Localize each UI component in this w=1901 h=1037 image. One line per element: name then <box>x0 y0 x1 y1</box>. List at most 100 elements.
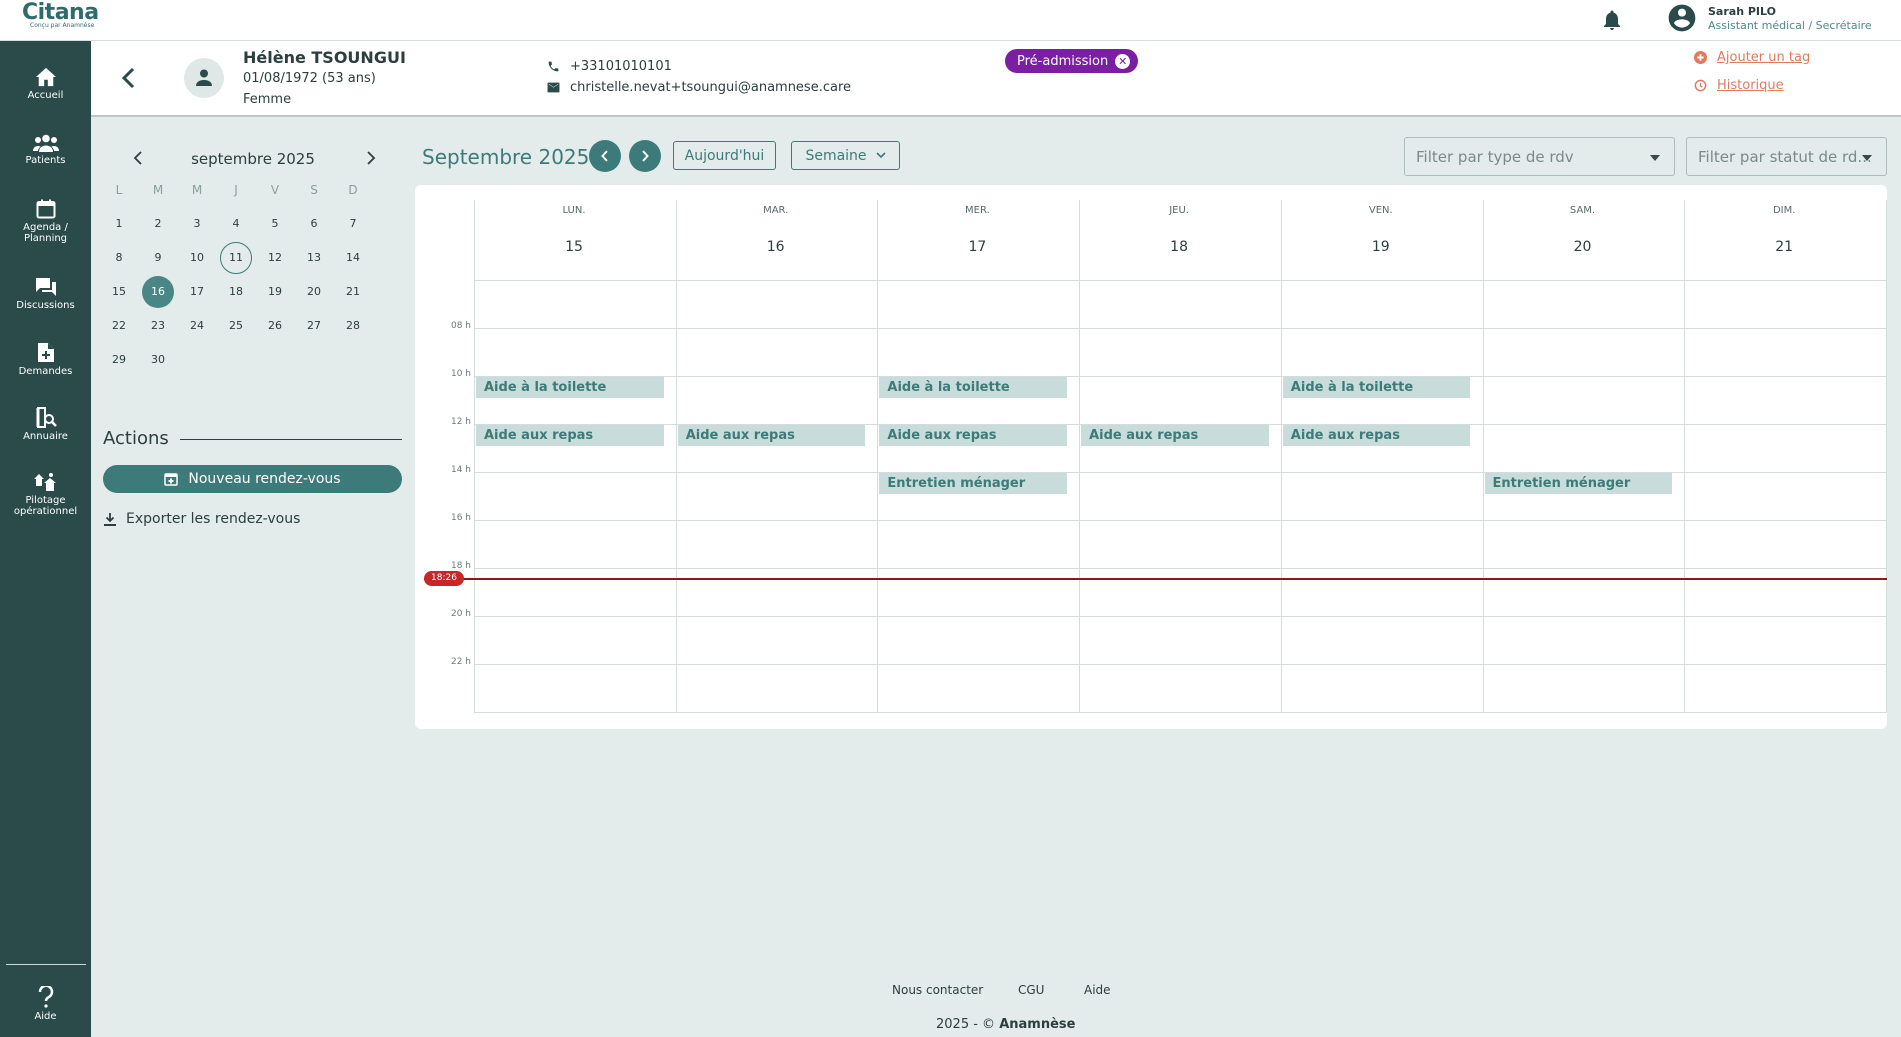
status-badge: Pré-admission ✕ <box>1005 49 1139 73</box>
sidebar-item-agenda[interactable]: Agenda / Planning <box>0 199 91 244</box>
mini-cal-day[interactable]: 25 <box>220 310 252 342</box>
mini-cal-day[interactable]: 24 <box>181 310 213 342</box>
day-header-name: MAR. <box>763 205 789 216</box>
actions-divider <box>180 439 402 440</box>
chevron-left-icon <box>601 150 608 162</box>
day-header-number[interactable]: 20 <box>1483 239 1683 255</box>
footer-contact-link[interactable]: Nous contacter <box>892 983 983 997</box>
filter-type-select[interactable]: Filter par type de rdv <box>1404 137 1675 176</box>
mini-cal-day[interactable]: 23 <box>142 310 174 342</box>
appointment-event[interactable]: Aide à la toilette <box>1282 377 1471 398</box>
app-logo[interactable]: Citana Conçu par Anamnèse <box>22 0 99 29</box>
mini-cal-day[interactable]: 14 <box>337 242 369 274</box>
appointment-event[interactable]: Aide aux repas <box>476 425 664 446</box>
appointment-event[interactable]: Aide aux repas <box>1282 425 1471 446</box>
grid-column-line <box>1684 200 1686 713</box>
week-next-button[interactable] <box>629 140 661 172</box>
download-icon <box>104 512 116 526</box>
mini-cal-day[interactable]: 21 <box>337 276 369 308</box>
top-bar: Citana Conçu par Anamnèse Sarah PILO Ass… <box>0 0 1901 41</box>
current-time-badge: 18:26 <box>424 571 464 586</box>
appointment-event[interactable]: Aide à la toilette <box>879 377 1068 398</box>
mini-cal-day[interactable]: 11 <box>220 242 252 274</box>
remove-tag-icon[interactable]: ✕ <box>1115 53 1131 69</box>
day-header-number[interactable]: 21 <box>1684 239 1884 255</box>
mini-cal-day[interactable]: 27 <box>298 310 330 342</box>
mini-cal-day[interactable]: 4 <box>220 208 252 240</box>
sidebar-item-annuaire[interactable]: Annuaire <box>0 407 91 442</box>
mini-cal-day[interactable]: 3 <box>181 208 213 240</box>
copyright-brand: Anamnèse <box>999 1017 1076 1032</box>
appointment-event[interactable]: Aide aux repas <box>1081 425 1269 446</box>
sidebar-item-label: Demandes <box>18 366 73 377</box>
appointment-event[interactable]: Entretien ménager <box>1484 473 1673 494</box>
filter-status-select[interactable]: Filter par statut de rd... <box>1686 137 1887 176</box>
day-header-name: VEN. <box>1368 205 1393 216</box>
new-appointment-button[interactable]: Nouveau rendez-vous <box>103 465 402 493</box>
history-link[interactable]: Historique <box>1694 78 1784 93</box>
day-header-number[interactable]: 18 <box>1079 239 1279 255</box>
sidebar-item-label: Agenda / <box>23 222 68 233</box>
footer-cgu-link[interactable]: CGU <box>1018 983 1044 997</box>
day-header-number[interactable]: 19 <box>1281 239 1481 255</box>
mini-cal-day[interactable]: 1 <box>103 208 135 240</box>
appointment-event[interactable]: Aide aux repas <box>879 425 1068 446</box>
mini-cal-weekday: S <box>310 183 318 197</box>
user-name[interactable]: Sarah PILO <box>1708 5 1776 18</box>
notification-bell-icon[interactable] <box>1600 8 1624 32</box>
footer-help-link[interactable]: Aide <box>1084 983 1111 997</box>
appointment-event[interactable]: Aide aux repas <box>677 425 866 446</box>
mini-cal-day[interactable]: 19 <box>259 276 291 308</box>
sidebar-item-demandes[interactable]: Demandes <box>0 342 91 377</box>
mini-cal-next-icon[interactable] <box>361 150 381 170</box>
mini-cal-day[interactable]: 30 <box>142 344 174 376</box>
mini-cal-day[interactable]: 20 <box>298 276 330 308</box>
day-header-number[interactable]: 15 <box>474 239 674 255</box>
grid-column-line <box>1482 200 1484 713</box>
today-button[interactable]: Aujourd'hui <box>673 141 776 170</box>
mini-cal-day[interactable]: 17 <box>181 276 213 308</box>
mini-cal-day[interactable]: 26 <box>259 310 291 342</box>
mini-cal-weekday: J <box>234 183 238 197</box>
appointment-event[interactable]: Aide à la toilette <box>476 377 664 398</box>
sidebar-item-accueil[interactable]: Accueil <box>0 67 91 101</box>
back-arrow-icon[interactable] <box>119 66 139 90</box>
patient-phone: +33101010101 <box>547 59 672 74</box>
user-avatar-icon[interactable] <box>1666 2 1698 34</box>
mini-cal-day[interactable]: 22 <box>103 310 135 342</box>
document-icon <box>37 343 54 362</box>
sidebar-item-discussions[interactable]: Discussions <box>0 277 91 311</box>
mini-cal-day[interactable]: 5 <box>259 208 291 240</box>
mini-cal-day[interactable]: 8 <box>103 242 135 274</box>
mini-cal-day[interactable]: 18 <box>220 276 252 308</box>
mini-cal-day[interactable]: 12 <box>259 242 291 274</box>
sidebar-item-pilotage[interactable]: Pilotage opérationnel <box>0 472 91 517</box>
mini-cal-day[interactable]: 2 <box>142 208 174 240</box>
mini-cal-day[interactable]: 9 <box>142 242 174 274</box>
mini-cal-day[interactable]: 13 <box>298 242 330 274</box>
directory-icon <box>36 407 57 428</box>
mini-cal-day[interactable]: 29 <box>103 344 135 376</box>
appointment-event[interactable]: Entretien ménager <box>879 473 1068 494</box>
view-select[interactable]: Semaine <box>791 141 900 170</box>
status-badge-label: Pré-admission <box>1017 53 1109 69</box>
mini-cal-day[interactable]: 10 <box>181 242 213 274</box>
week-prev-button[interactable] <box>589 140 621 172</box>
mail-icon <box>547 82 560 93</box>
mini-cal-day[interactable]: 16 <box>142 276 174 308</box>
day-header-number[interactable]: 16 <box>676 239 876 255</box>
patient-avatar <box>184 58 224 98</box>
grid-row-line <box>474 280 1887 281</box>
day-header-name: SAM. <box>1569 205 1596 216</box>
mini-cal-day[interactable]: 28 <box>337 310 369 342</box>
mini-cal-day[interactable]: 7 <box>337 208 369 240</box>
mini-cal-day[interactable]: 6 <box>298 208 330 240</box>
caret-down-icon <box>1650 155 1660 161</box>
mini-cal-weekday: L <box>115 183 123 197</box>
export-appointments-link[interactable]: Exporter les rendez-vous <box>104 511 300 527</box>
sidebar-item-patients[interactable]: Patients <box>0 134 91 166</box>
day-header-number[interactable]: 17 <box>877 239 1077 255</box>
sidebar-item-aide[interactable]: Aide <box>0 986 91 1022</box>
add-tag-link[interactable]: Ajouter un tag <box>1694 50 1810 65</box>
mini-cal-day[interactable]: 15 <box>103 276 135 308</box>
